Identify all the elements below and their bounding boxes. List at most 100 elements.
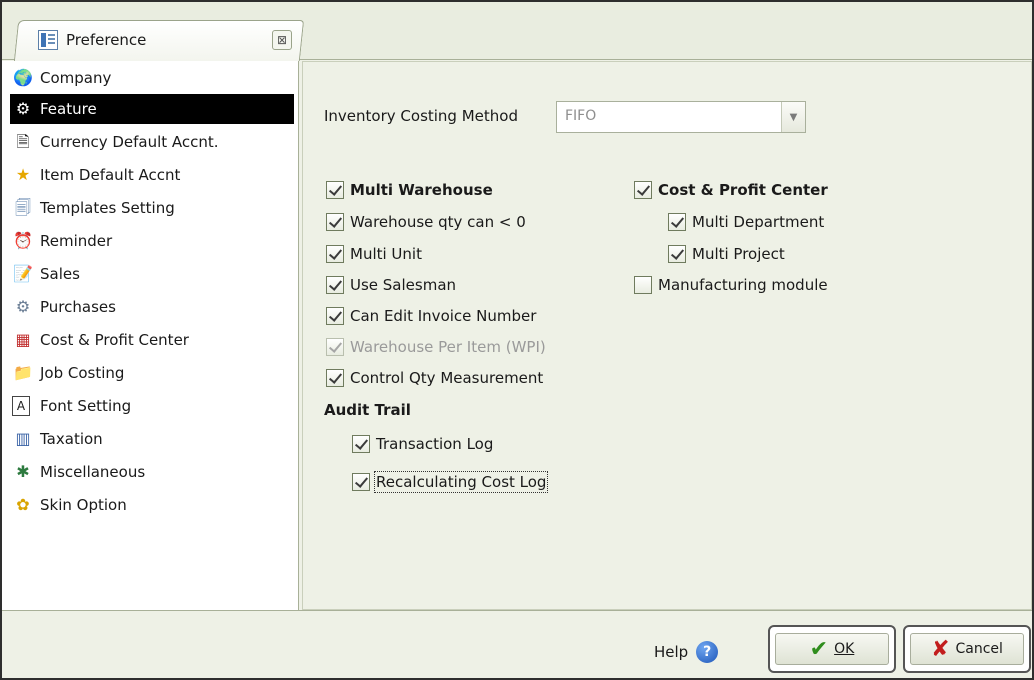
- cancel-button-face[interactable]: ✘ Cancel: [910, 633, 1024, 665]
- control-qty-measurement-checkbox[interactable]: Control Qty Measurement: [326, 366, 543, 390]
- star-icon: ★: [15, 165, 31, 184]
- costing-method-label: Inventory Costing Method: [324, 107, 518, 125]
- checkbox-box[interactable]: [668, 213, 686, 231]
- checkbox-label: Can Edit Invoice Number: [350, 307, 537, 325]
- help-label: Help: [654, 643, 689, 661]
- checkbox-box: [326, 338, 344, 356]
- checkbox-box[interactable]: [326, 276, 344, 294]
- audit-trail-heading: Audit Trail: [324, 401, 411, 419]
- ok-button-face[interactable]: ✔ OK: [775, 633, 889, 665]
- folder-icon: 📁: [13, 363, 33, 382]
- checkbox-label: Multi Project: [692, 245, 785, 263]
- sidebar-item-label: Skin Option: [40, 496, 127, 514]
- costing-method-value: FIFO: [565, 108, 597, 124]
- checkbox-box[interactable]: [352, 435, 370, 453]
- sidebar-item-taxation[interactable]: ▥ Taxation: [10, 424, 294, 454]
- taxation-icon: ▥: [15, 429, 31, 448]
- checkbox-label: Warehouse Per Item (WPI): [350, 338, 546, 356]
- sidebar-item-label: Job Costing: [40, 364, 125, 382]
- chevron-down-icon[interactable]: ▼: [781, 102, 805, 132]
- recalculating-cost-log-checkbox[interactable]: Recalculating Cost Log: [352, 470, 549, 494]
- font-icon: A: [12, 396, 30, 416]
- feature-panel: Inventory Costing Method FIFO ▼ Multi Wa…: [302, 61, 1032, 610]
- sidebar: 🌍 Company ⚙ Feature 🗎 Currency Default A…: [2, 61, 299, 610]
- sidebar-item-label: Reminder: [40, 232, 113, 250]
- checkbox-label: Transaction Log: [376, 435, 494, 453]
- multi-unit-checkbox[interactable]: Multi Unit: [326, 242, 422, 266]
- use-salesman-checkbox[interactable]: Use Salesman: [326, 273, 456, 297]
- sidebar-item-cost-profit-center[interactable]: ▦ Cost & Profit Center: [10, 325, 294, 355]
- sidebar-item-feature[interactable]: ⚙ Feature: [10, 94, 294, 124]
- checkbox-box[interactable]: [634, 181, 652, 199]
- manufacturing-module-checkbox[interactable]: Manufacturing module: [634, 273, 828, 297]
- checkbox-label: Manufacturing module: [658, 276, 828, 294]
- sidebar-item-font-setting[interactable]: A Font Setting: [10, 391, 294, 421]
- checkbox-label: Control Qty Measurement: [350, 369, 544, 387]
- checkbox-box[interactable]: [668, 245, 686, 263]
- checkbox-box[interactable]: [326, 213, 344, 231]
- purchases-icon: ⚙: [15, 297, 31, 316]
- sidebar-item-currency-default-accnt[interactable]: 🗎 Currency Default Accnt.: [10, 127, 294, 157]
- can-edit-invoice-number-checkbox[interactable]: Can Edit Invoice Number: [326, 304, 536, 328]
- sales-icon: 📝: [13, 264, 33, 283]
- skin-icon: ✿: [16, 495, 30, 514]
- help-icon[interactable]: ?: [696, 641, 719, 663]
- sidebar-item-label: Purchases: [40, 298, 116, 316]
- reminder-icon: ⏰: [13, 231, 33, 250]
- sidebar-item-item-default-accnt[interactable]: ★ Item Default Accnt: [10, 160, 294, 190]
- sidebar-item-label: Font Setting: [40, 397, 132, 415]
- multi-warehouse-checkbox[interactable]: Multi Warehouse: [326, 178, 493, 202]
- ok-label: OK: [834, 641, 855, 657]
- sidebar-item-job-costing[interactable]: 📁 Job Costing: [10, 358, 294, 388]
- sidebar-item-label: Company: [40, 69, 112, 87]
- currency-doc-icon: 🗎: [16, 132, 30, 151]
- template-icon: 🗐: [15, 198, 31, 217]
- sidebar-item-purchases[interactable]: ⚙ Purchases: [10, 292, 294, 322]
- sidebar-item-sales[interactable]: 📝 Sales: [10, 259, 294, 289]
- transaction-log-checkbox[interactable]: Transaction Log: [352, 432, 493, 456]
- sidebar-item-label: Currency Default Accnt.: [40, 133, 219, 151]
- misc-icon: ✱: [16, 462, 30, 481]
- close-icon[interactable]: ⊠: [272, 30, 292, 50]
- globe-icon: 🌍: [13, 68, 33, 87]
- checkbox-box[interactable]: [326, 369, 344, 387]
- tab-preference[interactable]: Preference ⊠: [22, 20, 302, 60]
- sidebar-item-templates-setting[interactable]: 🗐 Templates Setting: [10, 193, 294, 223]
- sidebar-item-miscellaneous[interactable]: ✱ Miscellaneous: [10, 457, 294, 487]
- checkbox-box[interactable]: [326, 245, 344, 263]
- cancel-label: Cancel: [955, 641, 1003, 657]
- checkbox-label: Multi Department: [692, 213, 825, 231]
- sidebar-item-company[interactable]: 🌍 Company: [10, 63, 294, 93]
- tab-strip: Preference ⊠: [2, 2, 1032, 61]
- sidebar-item-label: Miscellaneous: [40, 463, 146, 481]
- sidebar-item-reminder[interactable]: ⏰ Reminder: [10, 226, 294, 256]
- warehouse-per-item-checkbox: Warehouse Per Item (WPI): [326, 335, 546, 359]
- checkbox-box[interactable]: [352, 473, 370, 491]
- warehouse-qty-negative-checkbox[interactable]: Warehouse qty can < 0: [326, 210, 526, 234]
- sidebar-item-skin-option[interactable]: ✿ Skin Option: [10, 490, 294, 520]
- sidebar-item-label: Item Default Accnt: [40, 166, 181, 184]
- cancel-button[interactable]: ✘ Cancel: [903, 625, 1031, 673]
- sidebar-item-label: Templates Setting: [40, 199, 175, 217]
- checkbox-label: Use Salesman: [350, 276, 457, 294]
- checkbox-label: Multi Unit: [350, 245, 422, 263]
- help-link[interactable]: Help ?: [654, 641, 719, 663]
- multi-project-checkbox[interactable]: Multi Project: [668, 242, 785, 266]
- sidebar-item-label: Taxation: [40, 430, 103, 448]
- checkbox-box[interactable]: [326, 307, 344, 325]
- costing-method-select[interactable]: FIFO ▼: [556, 101, 806, 133]
- checkbox-box[interactable]: [326, 181, 344, 199]
- grid-icon: ▦: [15, 330, 31, 349]
- sidebar-item-label: Cost & Profit Center: [40, 331, 189, 349]
- ok-button[interactable]: ✔ OK: [768, 625, 896, 673]
- checkbox-box[interactable]: [634, 276, 652, 294]
- checkmark-icon: ✔: [809, 636, 829, 662]
- tab-label: Preference: [66, 31, 147, 49]
- sidebar-item-label: Sales: [40, 265, 80, 283]
- cost-profit-center-checkbox[interactable]: Cost & Profit Center: [634, 178, 828, 202]
- checkbox-label: Multi Warehouse: [350, 181, 493, 199]
- sidebar-item-label: Feature: [40, 100, 97, 118]
- checkbox-label: Warehouse qty can < 0: [350, 213, 526, 231]
- button-bar: Help ? ✔ OK ✘ Cancel: [2, 610, 1032, 678]
- multi-department-checkbox[interactable]: Multi Department: [668, 210, 824, 234]
